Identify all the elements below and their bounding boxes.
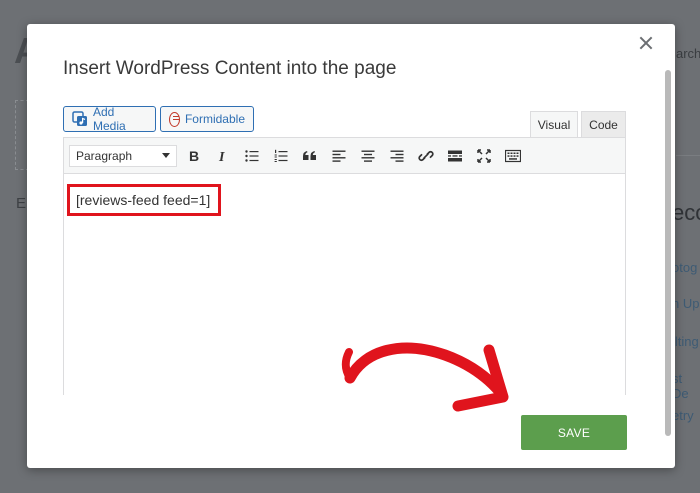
- formidable-button[interactable]: Formidable: [160, 106, 254, 132]
- media-icon: [72, 111, 88, 127]
- align-right-icon[interactable]: [385, 144, 409, 168]
- background-divider: [676, 155, 700, 156]
- svg-text:I: I: [218, 150, 225, 164]
- background-section-title: eco: [672, 200, 700, 225]
- bullet-list-icon[interactable]: [240, 144, 264, 168]
- content-editor: Paragraph B I [reviews-feed feed=1]: [63, 137, 626, 396]
- align-left-icon[interactable]: [327, 144, 351, 168]
- formidable-icon: [169, 111, 180, 127]
- toolbar-toggle-icon[interactable]: [501, 144, 525, 168]
- tab-visual[interactable]: Visual: [530, 111, 578, 137]
- read-more-icon[interactable]: [443, 144, 467, 168]
- add-media-button[interactable]: Add Media: [63, 105, 156, 133]
- tab-code[interactable]: Code: [581, 111, 626, 137]
- background-list-item: n Up: [672, 296, 700, 311]
- editor-toolbar: Paragraph B I: [64, 138, 625, 174]
- background-list-item: etry: [672, 408, 694, 423]
- add-media-label: Add Media: [93, 105, 126, 133]
- shortcode-highlight: [reviews-feed feed=1]: [67, 184, 221, 216]
- italic-icon[interactable]: I: [211, 144, 235, 168]
- align-center-icon[interactable]: [356, 144, 380, 168]
- modal-scrollbar[interactable]: [665, 70, 671, 436]
- shortcode-text: [reviews-feed feed=1]: [76, 192, 211, 208]
- background-search-text: arch: [676, 46, 700, 61]
- format-select-value: Paragraph: [76, 148, 133, 163]
- blockquote-icon[interactable]: [298, 144, 322, 168]
- bold-icon[interactable]: B: [182, 144, 206, 168]
- insert-content-modal: Insert WordPress Content into the page A…: [27, 24, 675, 468]
- background-list-item: st De: [672, 371, 689, 401]
- svg-text:B: B: [189, 148, 199, 164]
- background-list-item: otog: [672, 260, 698, 275]
- editor-content-area[interactable]: [reviews-feed feed=1]: [64, 174, 625, 396]
- format-select[interactable]: Paragraph: [69, 144, 177, 167]
- modal-title: Insert WordPress Content into the page: [63, 58, 397, 79]
- chevron-down-icon: [162, 153, 170, 158]
- numbered-list-icon[interactable]: [269, 144, 293, 168]
- fullscreen-icon[interactable]: [472, 144, 496, 168]
- save-button[interactable]: SAVE: [521, 415, 627, 450]
- link-icon[interactable]: [414, 144, 438, 168]
- close-icon[interactable]: [635, 32, 657, 54]
- formidable-label: Formidable: [184, 112, 245, 126]
- background-list-item: ilting: [672, 334, 699, 349]
- background-heading: E: [16, 195, 27, 212]
